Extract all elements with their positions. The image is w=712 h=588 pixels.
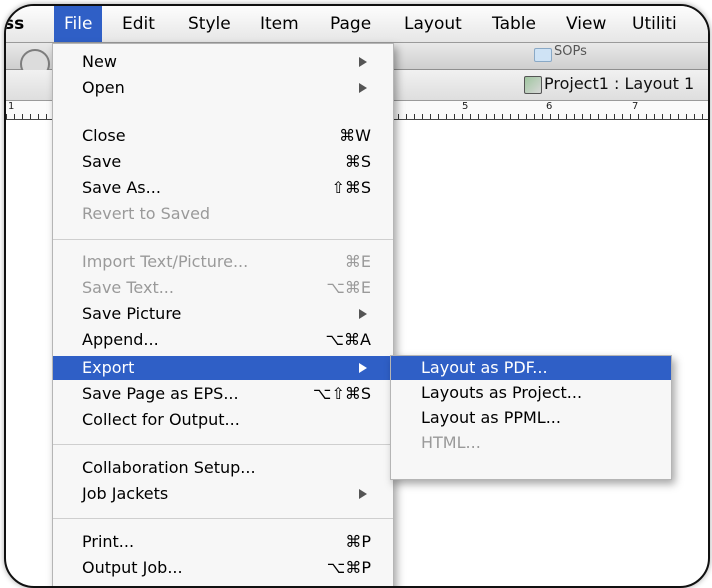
menu-separator (53, 239, 393, 240)
menu-item-shortcut: ⌥⌘E (326, 278, 371, 297)
menu-item-collaboration-setup[interactable]: Collaboration Setup... (53, 456, 393, 480)
project-title: Project1 : Layout 1 (544, 74, 695, 93)
menu-item-shortcut: ⌘P (345, 532, 371, 551)
menu-quarkxpress[interactable]: ss (6, 6, 24, 42)
menu-item-label: Layout as PPML... (421, 408, 561, 427)
menu-item-label: New (82, 52, 117, 71)
menu-item-save-text: Save Text... ⌥⌘E (53, 276, 393, 300)
menu-item-label: Collaboration Setup... (82, 458, 256, 477)
menu-utilities[interactable]: Utiliti (632, 6, 677, 42)
submenu-arrow-icon (359, 309, 367, 319)
menu-item-shortcut: ⌘S (344, 152, 371, 171)
project-icon (524, 76, 542, 94)
menu-item-job-jackets[interactable]: Job Jackets (53, 482, 393, 506)
menu-item-print[interactable]: Print... ⌘P (53, 530, 393, 554)
menu-edit[interactable]: Edit (122, 6, 155, 42)
menu-item-output-job[interactable]: Output Job... ⌥⌘P (53, 556, 393, 580)
submenu-arrow-icon (359, 489, 367, 499)
menu-item-label: Save Text... (82, 278, 174, 297)
menu-item[interactable]: Item (260, 6, 299, 42)
menu-item-label: Save Picture (82, 304, 182, 323)
menu-item-label: Save (82, 152, 122, 171)
menu-item-label: Output Job... (82, 558, 183, 577)
submenu-item-layouts-as-project[interactable]: Layouts as Project... (391, 381, 671, 405)
menu-style[interactable]: Style (188, 6, 231, 42)
menu-item-shortcut: ⌘W (339, 126, 371, 145)
menu-item-label: Job Jackets (82, 484, 169, 503)
menu-item-revert-to-saved: Revert to Saved (53, 202, 393, 226)
menu-separator (53, 518, 393, 519)
menu-item-label: Print... (82, 532, 135, 551)
menu-item-label: Append... (82, 330, 159, 349)
ruler-number: 1 (8, 101, 15, 112)
ruler-number: 5 (462, 101, 469, 112)
menu-item-shortcut: ⌥⌘P (326, 558, 371, 577)
menu-item-label: HTML... (421, 433, 481, 452)
menu-item-label: Import Text/Picture... (82, 252, 249, 271)
folder-icon (534, 48, 552, 62)
menu-item-label: Close (82, 126, 126, 145)
submenu-arrow-icon (359, 57, 367, 67)
menu-item-save-page-as-eps[interactable]: Save Page as EPS... ⌥⇧⌘S (53, 382, 393, 406)
menu-layout[interactable]: Layout (404, 6, 462, 42)
menu-bar: ss File Edit Style Item Page Layout Tabl… (6, 6, 708, 43)
menu-item-label: Collect for Output... (82, 410, 240, 429)
menu-item-shortcut: ⌘E (344, 252, 371, 271)
menu-item-label: Save Page as EPS... (82, 384, 239, 403)
menu-item-shortcut: ⇧⌘S (331, 178, 371, 197)
submenu-arrow-icon (359, 363, 367, 373)
menu-item-shortcut: ⌥⇧⌘S (313, 384, 371, 403)
submenu-item-layout-as-pdf[interactable]: Layout as PDF... (391, 356, 671, 380)
menu-page[interactable]: Page (330, 6, 371, 42)
submenu-item-layout-as-ppml[interactable]: Layout as PPML... (391, 406, 671, 430)
folder-name: SOPs (554, 44, 587, 59)
menu-item-append[interactable]: Append... ⌥⌘A (53, 328, 393, 352)
menu-item-label: Save As... (82, 178, 161, 197)
menu-item-import-text-picture: Import Text/Picture... ⌘E (53, 250, 393, 274)
menu-view[interactable]: View (566, 6, 606, 42)
menu-item-save-as[interactable]: Save As... ⇧⌘S (53, 176, 393, 200)
menu-item-open[interactable]: Open (53, 76, 393, 100)
menu-item-label: Open (82, 78, 125, 97)
menu-item-save-picture[interactable]: Save Picture (53, 302, 393, 326)
ruler-number: 7 (632, 101, 639, 112)
file-menu: New Open Close ⌘W Save ⌘S Save As... ⇧⌘S… (52, 43, 394, 586)
submenu-item-html: HTML... (391, 431, 671, 455)
menu-item-label: Layouts as Project... (421, 383, 583, 402)
menu-item-label: Layout as PDF... (421, 358, 548, 377)
ruler-number: 6 (546, 101, 553, 112)
menu-item-export[interactable]: Export (53, 356, 393, 380)
submenu-arrow-icon (359, 83, 367, 93)
menu-table[interactable]: Table (492, 6, 536, 42)
menu-separator (53, 444, 393, 445)
menu-item-collect-for-output[interactable]: Collect for Output... (53, 408, 393, 432)
menu-item-close[interactable]: Close ⌘W (53, 124, 393, 148)
menu-file[interactable]: File (54, 6, 103, 42)
menu-item-shortcut: ⌥⌘A (325, 330, 371, 349)
menu-item-label: Revert to Saved (82, 204, 211, 223)
screenshot-frame: ss File Edit Style Item Page Layout Tabl… (4, 4, 710, 588)
menu-item-new[interactable]: New (53, 50, 393, 74)
menu-item-save[interactable]: Save ⌘S (53, 150, 393, 174)
export-submenu: Layout as PDF... Layouts as Project... L… (390, 355, 672, 480)
menu-item-label: Export (82, 358, 135, 377)
